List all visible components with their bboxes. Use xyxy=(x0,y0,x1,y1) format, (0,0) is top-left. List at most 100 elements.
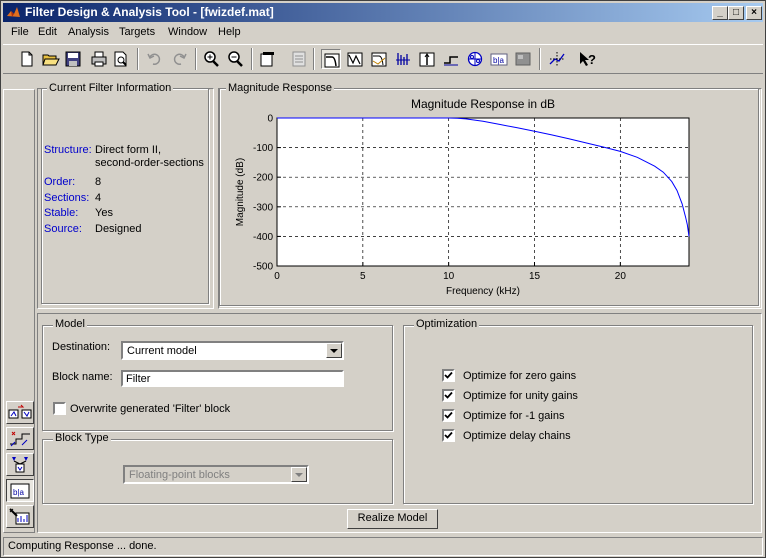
block-type-dropdown-button[interactable] xyxy=(291,467,307,482)
optimization-checkbox[interactable] xyxy=(442,409,455,422)
source-label: Source: xyxy=(44,223,82,235)
create-multirate-button[interactable] xyxy=(6,427,34,450)
destination-value: Current model xyxy=(127,345,197,357)
optimization-option-label: Optimize for -1 gains xyxy=(463,410,565,422)
toolbar-separator xyxy=(313,48,315,70)
transform-filter-button[interactable] xyxy=(6,401,34,424)
optimization-frame: Optimization xyxy=(403,318,753,504)
whats-this-button[interactable]: ? xyxy=(577,49,597,69)
magnitude-phase-icon xyxy=(371,52,387,67)
order-label: Order: xyxy=(44,176,76,188)
import-filter-button[interactable]: b|a xyxy=(6,479,34,502)
undo-button[interactable] xyxy=(145,49,165,69)
stable-value: Yes xyxy=(95,207,113,219)
destination-dropdown-button[interactable] xyxy=(326,343,342,358)
filter-coefficients-button[interactable]: b|a xyxy=(489,49,509,69)
realize-model-side-button[interactable] xyxy=(6,453,34,476)
title-bar[interactable]: Filter Design & Analysis Tool - [fwizdef… xyxy=(3,3,763,22)
realize-model-button[interactable]: Realize Model xyxy=(347,509,438,529)
filter-info-button[interactable] xyxy=(513,49,533,69)
x-tick-label: 20 xyxy=(615,271,627,282)
magnitude-response-chart[interactable]: 0 5 10 15 20 0 -100 -200 -300 -400 -500 Magnitude R… xyxy=(219,89,759,306)
checkmark-icon xyxy=(444,371,453,379)
full-view-button[interactable] xyxy=(547,49,567,69)
structure-value-line1: Direct form II, xyxy=(95,144,162,156)
y-tick-label: -100 xyxy=(253,143,273,154)
sections-value: 4 xyxy=(95,192,102,204)
current-filter-panel: Current Filter Information Structure: Di… xyxy=(37,82,214,309)
order-value: 8 xyxy=(95,176,102,188)
pole-zero-editor-button[interactable] xyxy=(6,505,34,528)
optimization-checkbox[interactable] xyxy=(442,369,455,382)
x-tick-label: 5 xyxy=(360,271,366,282)
toolbar-separator xyxy=(251,48,253,70)
zoom-out-icon xyxy=(228,51,243,67)
menu-window[interactable]: Window xyxy=(168,26,207,38)
destination-select[interactable]: Current model xyxy=(121,341,344,360)
step-response-icon xyxy=(444,56,458,66)
new-figure-button[interactable] xyxy=(257,49,277,69)
save-button[interactable] xyxy=(63,49,83,69)
open-button[interactable] xyxy=(41,49,61,69)
zoom-in-icon xyxy=(204,51,219,67)
x-tick-label: 0 xyxy=(274,271,280,282)
undo-icon xyxy=(147,53,161,65)
print-icon xyxy=(91,51,107,67)
block-type-title: Block Type xyxy=(53,432,111,444)
legend-button[interactable] xyxy=(289,49,309,69)
menu-analysis[interactable]: Analysis xyxy=(68,26,109,38)
print-button[interactable] xyxy=(89,49,109,69)
redo-button[interactable] xyxy=(169,49,189,69)
phase-response-button[interactable] xyxy=(345,49,365,69)
open-icon xyxy=(42,54,60,66)
main-window: Filter Design & Analysis Tool - [fwizdef… xyxy=(0,0,766,558)
block-type-select[interactable]: Floating-point blocks xyxy=(123,465,309,484)
structure-value-line2: second-order-sections xyxy=(95,157,204,169)
toolbar-separator xyxy=(195,48,197,70)
x-axis-label: Frequency (kHz) xyxy=(446,286,520,297)
block-name-value: Filter xyxy=(126,373,151,385)
full-view-icon xyxy=(549,52,565,66)
redo-icon xyxy=(173,53,187,65)
svg-text:b|a: b|a xyxy=(493,56,505,65)
model-title: Model xyxy=(53,318,87,330)
maximize-button[interactable]: □ xyxy=(728,6,744,20)
menu-edit[interactable]: Edit xyxy=(38,26,57,38)
minimize-button[interactable]: _ xyxy=(712,6,728,20)
current-filter-title: Current Filter Information xyxy=(47,82,174,94)
save-icon xyxy=(65,51,81,67)
zoom-out-button[interactable] xyxy=(225,49,245,69)
pole-zero-icon xyxy=(467,51,483,67)
y-tick-label: 0 xyxy=(267,114,273,125)
menu-help[interactable]: Help xyxy=(218,26,241,38)
group-delay-button[interactable] xyxy=(393,49,413,69)
chevron-down-icon xyxy=(295,473,303,477)
close-button[interactable]: × xyxy=(746,6,762,20)
toolbar-separator xyxy=(539,48,541,70)
transform-filter-icon xyxy=(8,404,32,419)
overwrite-checkbox[interactable] xyxy=(53,402,66,415)
optimization-checkbox[interactable] xyxy=(442,389,455,402)
status-bar: Computing Response ... done. xyxy=(3,537,763,556)
magnitude-response-button[interactable] xyxy=(321,49,341,69)
optimization-checkbox[interactable] xyxy=(442,429,455,442)
maximize-icon: □ xyxy=(732,7,740,18)
source-value: Designed xyxy=(95,223,142,235)
pole-zero-button[interactable] xyxy=(465,49,485,69)
menu-file[interactable]: File xyxy=(11,26,29,38)
block-name-label: Block name: xyxy=(52,371,113,383)
block-name-input[interactable]: Filter xyxy=(121,370,344,387)
legend-icon xyxy=(292,51,306,67)
stable-label: Stable: xyxy=(44,207,79,219)
toolbar: b|a ? xyxy=(3,44,763,74)
new-button[interactable] xyxy=(17,49,37,69)
zoom-in-button[interactable] xyxy=(201,49,221,69)
overwrite-label: Overwrite generated 'Filter' block xyxy=(70,403,231,415)
impulse-response-button[interactable] xyxy=(417,49,437,69)
step-response-button[interactable] xyxy=(441,49,461,69)
print-preview-button[interactable] xyxy=(111,49,131,69)
magnitude-phase-button[interactable] xyxy=(369,49,389,69)
menu-targets[interactable]: Targets xyxy=(119,26,155,38)
checkmark-icon xyxy=(444,391,453,399)
svg-text:?: ? xyxy=(588,52,596,67)
